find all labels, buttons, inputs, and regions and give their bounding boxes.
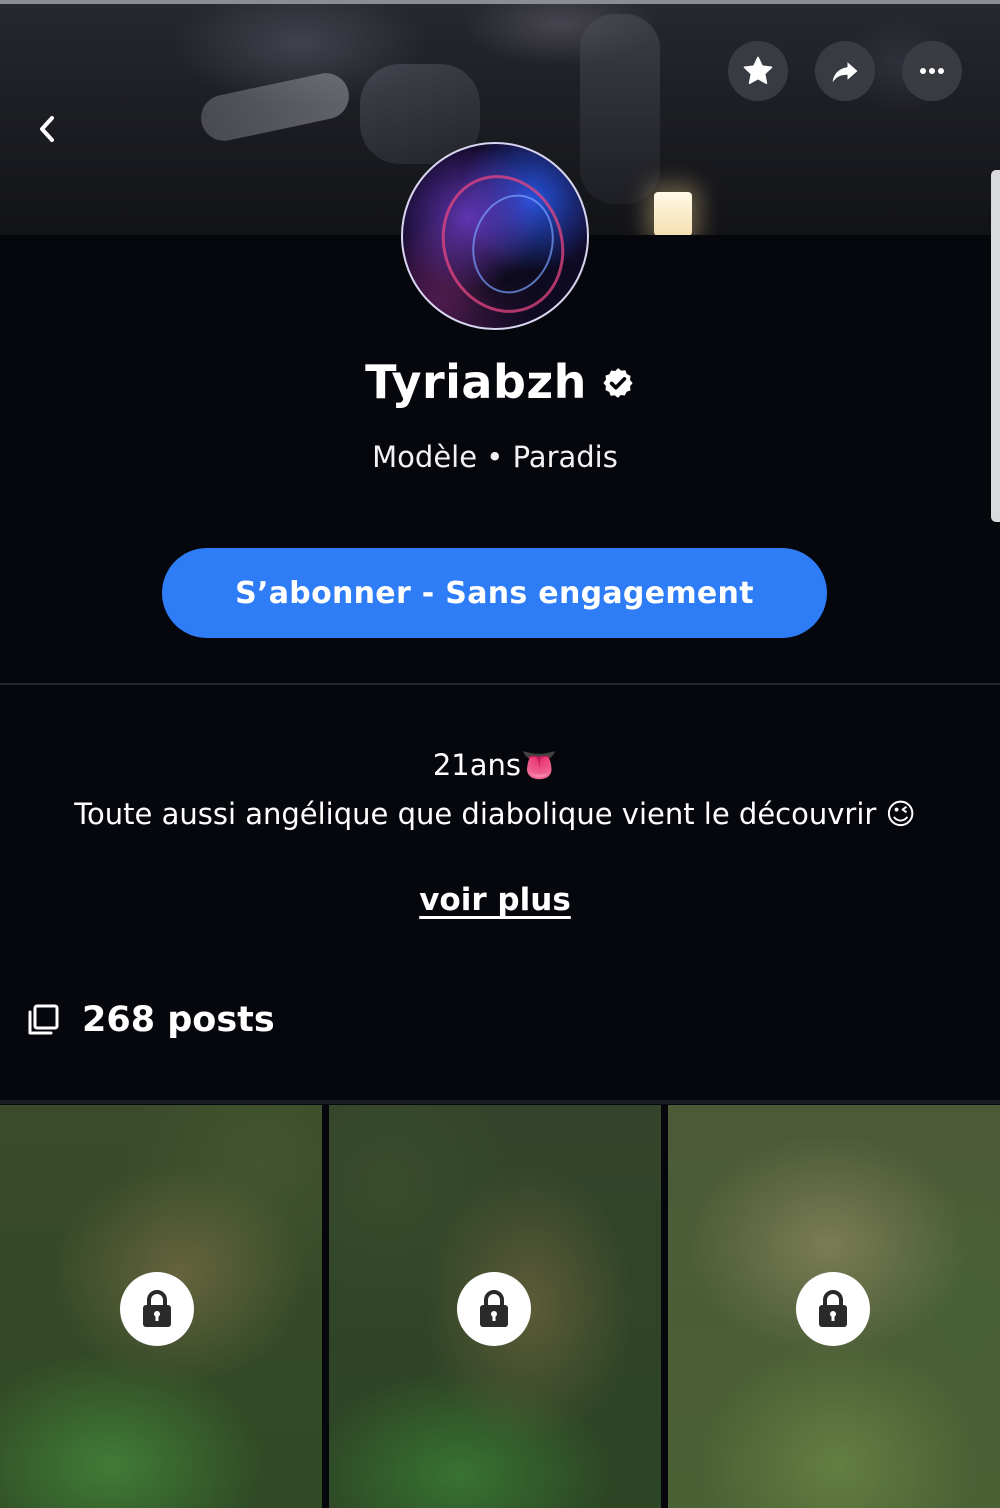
avatar[interactable]: [401, 142, 589, 330]
more-icon: [920, 68, 944, 74]
subscribe-button[interactable]: S’abonner - Sans engagement: [162, 548, 827, 638]
lock-icon: [143, 1290, 171, 1327]
bio-line-description: Toute aussi angélique que diabolique vie…: [74, 797, 916, 831]
share-button[interactable]: [815, 41, 875, 101]
locked-post-tile[interactable]: [329, 1105, 661, 1508]
profile-name-row: Tyriabzh: [0, 355, 1000, 409]
section-divider: [0, 683, 1000, 685]
share-icon: [832, 62, 858, 83]
posts-count: 268 posts: [82, 1000, 275, 1040]
lock-icon: [819, 1290, 847, 1327]
locked-post-tile[interactable]: [0, 1105, 322, 1508]
stacked-squares-icon: [28, 1004, 59, 1035]
chevron-left-icon: [40, 116, 54, 142]
cover-figure-shape: [580, 14, 660, 204]
star-icon: [743, 56, 773, 85]
see-more-link[interactable]: voir plus: [0, 882, 990, 918]
cover-candle: [654, 192, 692, 235]
lock-badge: [796, 1272, 870, 1346]
cover-figure-shape: [196, 68, 354, 146]
favorite-button[interactable]: [728, 41, 788, 101]
verified-badge-icon: [603, 368, 633, 398]
back-button[interactable]: [24, 106, 70, 152]
profile-name: Tyriabzh: [365, 355, 587, 409]
lock-badge: [120, 1272, 194, 1346]
lock-badge: [457, 1272, 531, 1346]
more-options-button[interactable]: [902, 41, 962, 101]
profile-subtitle: Modèle • Paradis: [372, 440, 618, 474]
grid-divider: [0, 1100, 1000, 1104]
lock-icon: [480, 1290, 508, 1327]
scrollbar[interactable]: [991, 170, 1000, 522]
posts-count-row: 268 posts: [26, 1000, 275, 1040]
locked-post-tile[interactable]: [668, 1105, 1000, 1508]
bio-line-age: 21ans👅: [432, 748, 558, 782]
